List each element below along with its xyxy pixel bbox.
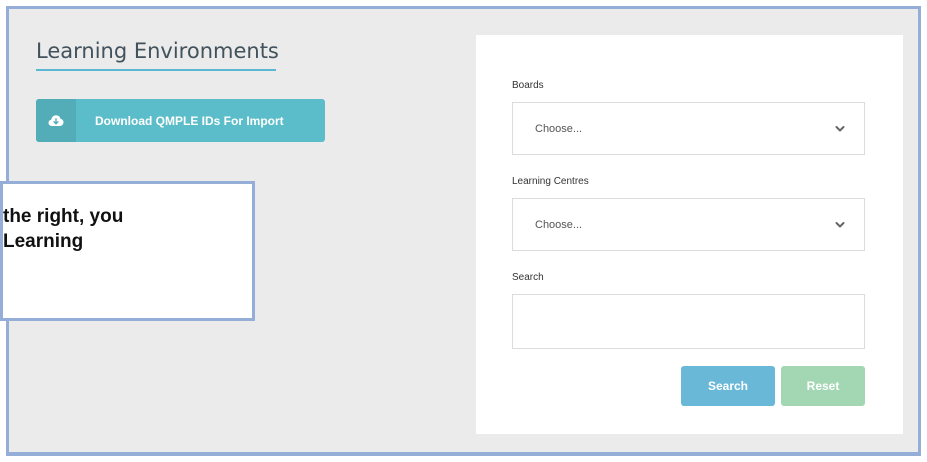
search-label: Search: [512, 272, 544, 283]
learning-centres-select[interactable]: Choose...: [512, 198, 865, 251]
reset-button[interactable]: Reset: [781, 366, 865, 406]
learning-centres-select-value: Choose...: [535, 219, 583, 231]
boards-label: Boards: [512, 80, 544, 91]
search-input[interactable]: [512, 294, 865, 349]
page-title: Learning Environments: [36, 39, 279, 63]
cloud-download-icon: [36, 99, 76, 142]
chevron-down-icon: [835, 126, 845, 132]
chevron-down-icon: [835, 222, 845, 228]
filter-panel: Boards Choose... Learning Centres Choose…: [476, 35, 903, 434]
callout-text: the right, you Learning: [3, 206, 124, 252]
search-button[interactable]: Search: [681, 366, 775, 406]
learning-centres-label: Learning Centres: [512, 176, 589, 187]
boards-select-value: Choose...: [535, 123, 583, 135]
page-frame: Learning Environments Download QMPLE IDs…: [0, 6, 921, 456]
download-qmple-ids-button[interactable]: Download QMPLE IDs For Import: [36, 99, 325, 142]
download-button-label: Download QMPLE IDs For Import: [95, 113, 284, 128]
boards-select[interactable]: Choose...: [512, 102, 865, 155]
title-underline: [36, 69, 276, 71]
tutorial-callout: the right, you Learning: [0, 181, 255, 321]
